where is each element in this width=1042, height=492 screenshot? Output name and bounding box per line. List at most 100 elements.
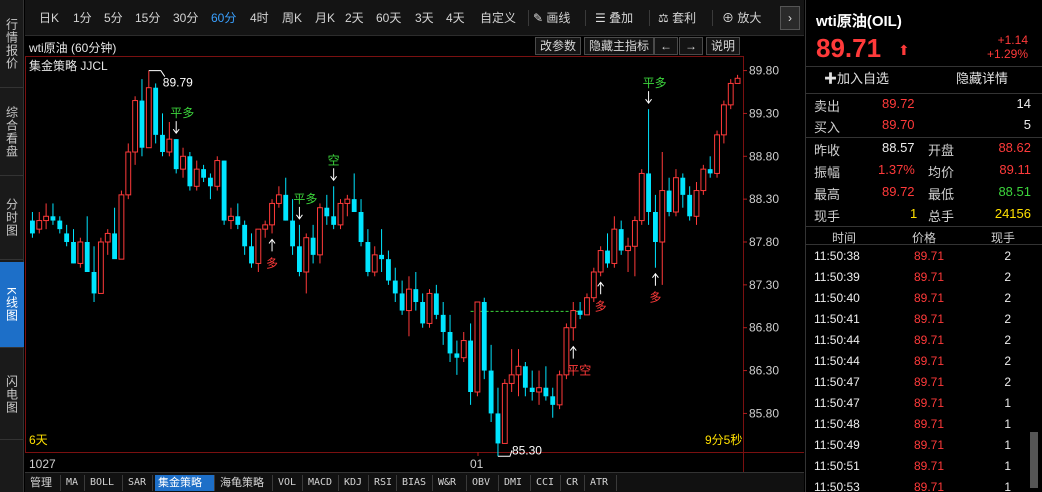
- zoom-button[interactable]: ⊕ 放大: [722, 9, 761, 27]
- trade-time: 11:50:44: [814, 333, 860, 347]
- indicator-tab[interactable]: 海龟策略: [217, 475, 273, 491]
- candle-body: [659, 190, 666, 243]
- bid-row: 买入 89.70 5: [806, 115, 1042, 136]
- candle-body: [303, 237, 310, 273]
- period-count-label: 6天: [29, 433, 48, 447]
- rail-tab-overview[interactable]: 综合看盘: [0, 88, 24, 176]
- trade-time: 11:50:53: [814, 480, 860, 492]
- add-watchlist-button[interactable]: ✚加入自选: [824, 66, 889, 92]
- zoom-label: 放大: [737, 11, 762, 25]
- scroll-left-button[interactable]: ←: [654, 37, 678, 55]
- candle-body: [597, 250, 604, 273]
- period-15min[interactable]: 15分: [135, 9, 160, 27]
- y-tick-label: 86.80: [749, 321, 779, 335]
- trade-row: 11:50:53 89.71 1: [806, 477, 1042, 492]
- candle-body: [187, 156, 193, 187]
- hide-detail-button[interactable]: 隐藏详情: [956, 66, 1008, 92]
- y-tick-label: 87.80: [749, 235, 779, 249]
- rail-tab-quotes[interactable]: 行情报价: [0, 0, 24, 88]
- indicator-tab[interactable]: BOLL: [87, 475, 123, 491]
- candle-body: [556, 374, 563, 406]
- period-60min[interactable]: 60分: [211, 9, 236, 27]
- indicator-tab[interactable]: OBV: [469, 475, 499, 491]
- help-button[interactable]: 说明: [706, 37, 741, 55]
- trade-list-scrollbar[interactable]: [1030, 432, 1038, 488]
- indicator-tab[interactable]: CCI: [533, 475, 561, 491]
- trade-price: 89.71: [914, 438, 945, 452]
- period-60day[interactable]: 60天: [376, 9, 401, 27]
- trade-volume: 1: [1004, 459, 1011, 473]
- candle-body: [386, 259, 391, 281]
- indicator-tab[interactable]: SAR: [125, 475, 153, 491]
- period-week[interactable]: 周K: [282, 9, 302, 27]
- hide-main-indicator-button[interactable]: 隐藏主指标: [584, 37, 655, 55]
- period-1min[interactable]: 1分: [73, 9, 92, 27]
- candle-body: [447, 332, 453, 354]
- stat-row: 现手 1 总手 24156: [806, 204, 1042, 225]
- trade-row: 11:50:44 89.71 2: [806, 330, 1042, 351]
- y-tick-label: 85.80: [749, 406, 779, 420]
- period-5min[interactable]: 5分: [104, 9, 123, 27]
- period-2day[interactable]: 2天: [345, 9, 364, 27]
- down-arrow-icon: [296, 206, 303, 220]
- arbitrage-label: 套利: [672, 11, 697, 25]
- draw-line-button[interactable]: ✎ 画线: [533, 9, 570, 27]
- amplitude-label: 振幅: [814, 165, 841, 180]
- rail-tab-label: 分时图: [4, 198, 19, 237]
- draw-line-icon: ✎: [533, 11, 544, 25]
- trade-volume: 1: [1004, 438, 1011, 452]
- indicator-tab[interactable]: CR: [563, 475, 585, 491]
- candlestick-chart[interactable]: 89.80 89.30 88.80 88.30 87.80 87.30 86.80 86.30…: [25, 56, 804, 472]
- chevron-right-icon[interactable]: ›: [780, 6, 800, 30]
- period-30min[interactable]: 30分: [173, 9, 198, 27]
- candle-body: [590, 271, 597, 299]
- chart-title: wti原油 (60分钟): [29, 41, 117, 55]
- edit-params-button[interactable]: 改参数: [535, 37, 582, 55]
- period-4day[interactable]: 4天: [446, 9, 465, 27]
- current-volume-label: 现手: [814, 209, 841, 224]
- candle-body: [693, 190, 700, 217]
- scroll-right-button[interactable]: →: [679, 37, 703, 55]
- candle-body: [365, 242, 371, 272]
- candle-body: [132, 100, 139, 153]
- candle-body: [324, 207, 330, 217]
- prev-close-value: 88.57: [882, 140, 915, 155]
- y-tick-label: 86.30: [749, 364, 779, 378]
- indicator-tab[interactable]: 管理: [27, 475, 61, 491]
- indicator-tab[interactable]: MA: [63, 475, 85, 491]
- high-value: 89.72: [882, 184, 915, 199]
- min-price-label: 85.30: [512, 443, 542, 457]
- indicator-tab[interactable]: ATR: [587, 475, 617, 491]
- indicator-tab[interactable]: 集金策略: [155, 475, 215, 491]
- trade-price: 89.71: [914, 417, 945, 431]
- ask-row: 卖出 89.72 14: [806, 94, 1042, 115]
- candle-body: [468, 340, 473, 392]
- indicator-tab[interactable]: RSI: [371, 475, 397, 491]
- up-arrow-icon: [569, 345, 577, 359]
- indicator-tab[interactable]: MACD: [305, 475, 339, 491]
- up-arrow-icon: [268, 238, 276, 252]
- indicator-tab[interactable]: DMI: [501, 475, 531, 491]
- overlay-button[interactable]: ☰ 叠加: [595, 9, 633, 27]
- trade-time: 11:50:47: [814, 375, 860, 389]
- candle-body: [283, 194, 289, 221]
- rail-tab-timeshare[interactable]: 分时图: [0, 176, 24, 260]
- indicator-tab[interactable]: BIAS: [399, 475, 433, 491]
- period-3day[interactable]: 3天: [415, 9, 434, 27]
- indicator-tab[interactable]: VOL: [275, 475, 303, 491]
- period-custom[interactable]: 自定义: [480, 9, 516, 27]
- candle-body: [515, 365, 522, 376]
- arbitrage-button[interactable]: ⚖ 套利: [658, 9, 696, 27]
- period-4hour[interactable]: 4时: [250, 9, 269, 27]
- period-day[interactable]: 日K: [39, 9, 59, 27]
- rail-tab-flash[interactable]: 闪电图: [0, 350, 24, 440]
- candle-body: [337, 202, 344, 226]
- candle-body: [420, 302, 426, 324]
- candle-body: [331, 216, 337, 225]
- rail-tab-kline[interactable]: K线图: [0, 262, 24, 348]
- indicator-tab[interactable]: KDJ: [341, 475, 369, 491]
- candle-body: [43, 215, 50, 222]
- indicator-tab[interactable]: W&R: [435, 475, 467, 491]
- candle-body: [297, 246, 302, 272]
- period-month[interactable]: 月K: [315, 9, 335, 27]
